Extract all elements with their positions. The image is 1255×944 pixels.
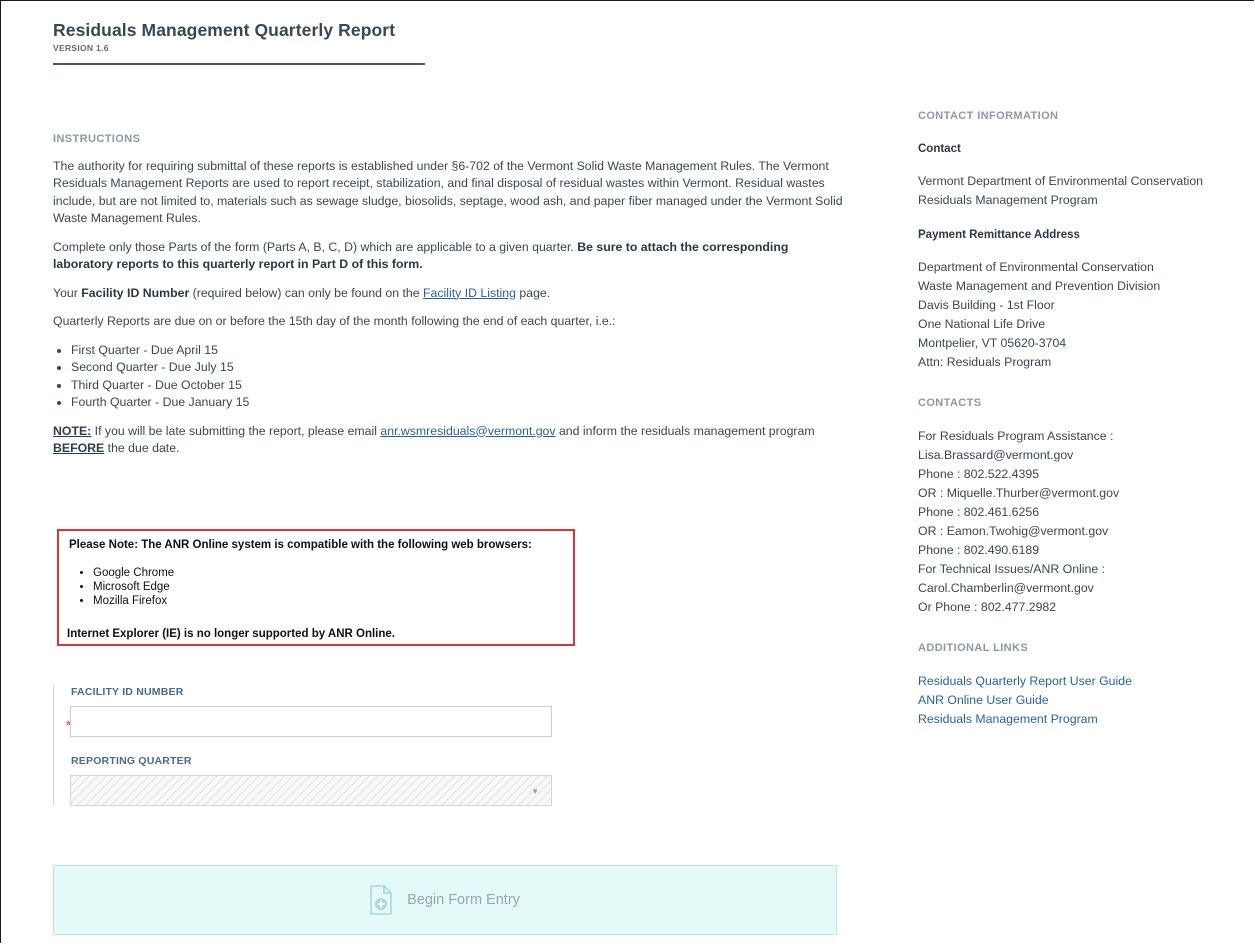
user-guide-link[interactable]: Residuals Quarterly Report User Guide xyxy=(918,672,1254,691)
facility-text-pre: Your xyxy=(53,285,82,300)
instructions-paragraph-4: Quarterly Reports are due on or before t… xyxy=(53,314,616,328)
address-line: Waste Management and Prevention Division xyxy=(918,279,1161,293)
address-line: Attn: Residuals Program xyxy=(918,355,1052,369)
facility-id-listing-link[interactable]: Facility ID Listing xyxy=(423,286,516,300)
contact-line: Or Phone : 802.477.2982 xyxy=(918,600,1057,614)
contact-line: Phone : 802.461.6256 xyxy=(918,505,1040,519)
browser-list: Google Chrome Microsoft Edge Mozilla Fir… xyxy=(69,566,174,608)
instructions-section: INSTRUCTIONS The authority for requiring… xyxy=(53,131,843,469)
residuals-program-link[interactable]: Residuals Management Program xyxy=(918,710,1254,729)
contact-line: OR : Eamon.Twohig@vermont.gov xyxy=(918,524,1109,538)
before-emphasis: BEFORE xyxy=(53,441,105,455)
list-item: Microsoft Edge xyxy=(93,580,174,594)
report-header: Residuals Management Quarterly Report VE… xyxy=(53,20,425,65)
list-item: Fourth Quarter - Due January 15 xyxy=(71,394,843,412)
list-item: Google Chrome xyxy=(93,566,174,580)
chevron-down-icon: ▼ xyxy=(531,787,539,796)
contacts-heading: CONTACTS xyxy=(918,397,982,409)
address-line: One National Life Drive xyxy=(918,317,1046,331)
facility-id-label: FACILITY ID NUMBER xyxy=(71,686,184,698)
page-title: Residuals Management Quarterly Report xyxy=(53,20,396,40)
note-label: NOTE: xyxy=(53,423,92,438)
contact-line: For Residuals Program Assistance : xyxy=(918,429,1114,443)
note-text-post: the due date. xyxy=(104,441,180,455)
payment-remittance-heading: Payment Remittance Address xyxy=(918,229,1080,241)
contact-line: Phone : 802.522.4395 xyxy=(918,467,1040,481)
header-divider xyxy=(53,63,425,65)
instructions-paragraph-1: The authority for requiring submittal of… xyxy=(53,158,843,226)
facility-text-mid: (required below) can only be found on th… xyxy=(189,285,424,300)
reporting-quarter-label: REPORTING QUARTER xyxy=(71,755,192,767)
instructions-paragraph-3: Your Facility ID Number (required below)… xyxy=(53,285,843,303)
contact-line: For Technical Issues/ANR Online : xyxy=(918,562,1106,576)
residuals-email-link[interactable]: anr.wsmresiduals@vermont.gov xyxy=(380,424,555,438)
contact-line: Residuals Management Program xyxy=(918,193,1098,207)
note-text-pre: If you will be late submitting the repor… xyxy=(91,423,381,438)
anr-online-guide-link[interactable]: ANR Online User Guide xyxy=(918,691,1254,710)
browser-compatibility-notice: Please Note: The ANR Online system is co… xyxy=(57,529,575,646)
contact-information-heading: CONTACT INFORMATION xyxy=(918,110,1059,122)
additional-links: Residuals Quarterly Report User Guide AN… xyxy=(918,672,1254,729)
contact-line: Lisa.Brassard@vermont.gov xyxy=(918,448,1074,462)
contact-sidebar: CONTACT INFORMATION Contact Vermont Depa… xyxy=(918,107,1254,745)
page-frame: Residuals Management Quarterly Report VE… xyxy=(0,0,1254,943)
late-note: NOTE: If you will be late submitting the… xyxy=(53,423,843,458)
address-line: Montpelier, VT 05620-3704 xyxy=(918,336,1067,350)
contact-line: Carol.Chamberlin@vermont.gov xyxy=(918,581,1094,595)
list-item: Second Quarter - Due July 15 xyxy=(71,359,843,377)
contact-line: Phone : 802.490.6189 xyxy=(918,543,1040,557)
additional-links-heading: ADDITIONAL LINKS xyxy=(918,642,1029,654)
list-item: Mozilla Firefox xyxy=(93,594,174,608)
browser-notice-title: Please Note: The ANR Online system is co… xyxy=(69,539,532,551)
ie-unsupported-text: Internet Explorer (IE) is no longer supp… xyxy=(67,628,395,640)
address-line: Davis Building - 1st Floor xyxy=(918,298,1055,312)
instructions-heading: INSTRUCTIONS xyxy=(53,133,141,145)
parts-text: Complete only those Parts of the form (P… xyxy=(53,239,578,254)
contacts-list: For Residuals Program Assistance : Lisa.… xyxy=(918,427,1254,617)
list-item: First Quarter - Due April 15 xyxy=(71,342,843,360)
note-text-mid: and inform the residuals management prog… xyxy=(555,423,815,438)
new-document-icon xyxy=(370,885,392,915)
payment-address: Department of Environmental Conservation… xyxy=(918,258,1254,372)
facility-text-post: page. xyxy=(515,285,551,300)
reporting-quarter-select[interactable]: ▼ xyxy=(70,775,552,806)
list-item: Third Quarter - Due October 15 xyxy=(71,377,843,395)
report-form: FACILITY ID NUMBER * REPORTING QUARTER ▼ xyxy=(53,686,554,806)
begin-form-entry-button[interactable]: Begin Form Entry xyxy=(53,865,837,935)
due-date-list: First Quarter - Due April 15 Second Quar… xyxy=(53,342,843,412)
facility-id-bold: Facility ID Number xyxy=(81,285,190,300)
contact-heading: Contact xyxy=(918,143,961,155)
version-label: VERSION 1.6 xyxy=(53,43,109,53)
contact-address: Vermont Department of Environmental Cons… xyxy=(918,172,1254,210)
contact-line: Vermont Department of Environmental Cons… xyxy=(918,174,1204,188)
contact-line: OR : Miquelle.Thurber@vermont.gov xyxy=(918,486,1120,500)
begin-form-entry-label: Begin Form Entry xyxy=(407,892,520,908)
instructions-paragraph-2: Complete only those Parts of the form (P… xyxy=(53,239,843,274)
facility-id-input[interactable] xyxy=(70,706,552,737)
address-line: Department of Environmental Conservation xyxy=(918,260,1154,274)
